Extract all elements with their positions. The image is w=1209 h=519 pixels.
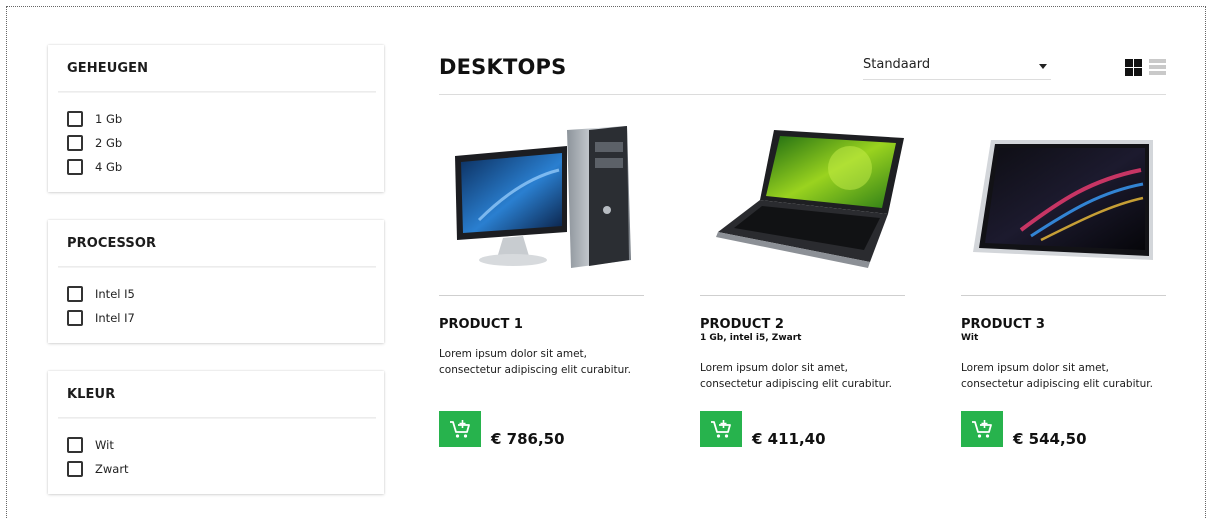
add-to-cart-icon <box>711 420 731 438</box>
header-divider <box>439 94 1166 95</box>
checkbox[interactable] <box>67 135 83 151</box>
divider <box>961 295 1166 296</box>
filter-option-wit[interactable]: Wit <box>67 433 384 457</box>
product-subtitle: 1 Gb, intel i5, Zwart <box>700 333 802 343</box>
filter-option-label: Intel I5 <box>95 287 135 301</box>
filter-panel-kleur: KLEUR Wit Zwart <box>48 371 384 494</box>
filter-title: PROCESSOR <box>67 235 157 251</box>
sort-select[interactable]: Standaard <box>863 57 1051 80</box>
checkbox[interactable] <box>67 286 83 302</box>
divider <box>700 295 905 296</box>
product-subtitle: Wit <box>961 333 979 343</box>
product-card: PRODUCT 3 Wit Lorem ipsum dolor sit amet… <box>961 110 1166 455</box>
product-card: PRODUCT 2 1 Gb, intel i5, Zwart Lorem ip… <box>700 110 905 455</box>
product-description: Lorem ipsum dolor sit amet, consectetur … <box>961 362 1153 390</box>
add-to-cart-icon <box>972 420 992 438</box>
checkbox[interactable] <box>67 437 83 453</box>
product-price: € 544,50 <box>1013 430 1087 448</box>
filter-option-4gb[interactable]: 4 Gb <box>67 155 384 179</box>
add-to-cart-button[interactable] <box>961 411 1003 447</box>
add-to-cart-icon <box>450 420 470 438</box>
add-to-cart-button[interactable] <box>700 411 742 447</box>
product-description: Lorem ipsum dolor sit amet, consectetur … <box>439 348 631 376</box>
add-to-cart-button[interactable] <box>439 411 481 447</box>
filter-title: KLEUR <box>67 386 116 402</box>
filter-option-label: Wit <box>95 438 114 452</box>
filter-option-2gb[interactable]: 2 Gb <box>67 131 384 155</box>
checkbox[interactable] <box>67 461 83 477</box>
filter-panel-processor: PROCESSOR Intel I5 Intel I7 <box>48 220 384 343</box>
product-description: Lorem ipsum dolor sit amet, consectetur … <box>700 362 892 390</box>
tablet-image[interactable] <box>961 110 1166 280</box>
product-price: € 411,40 <box>752 430 826 448</box>
filter-option-zwart[interactable]: Zwart <box>67 457 384 481</box>
filter-option-1gb[interactable]: 1 Gb <box>67 107 384 131</box>
filter-option-intel-i5[interactable]: Intel I5 <box>67 282 384 306</box>
checkbox[interactable] <box>67 111 83 127</box>
filter-option-label: 1 Gb <box>95 112 123 126</box>
filter-option-label: 4 Gb <box>95 160 123 174</box>
sort-selected-value: Standaard <box>863 57 931 72</box>
page-title: DESKTOPS <box>439 55 567 79</box>
laptop-image[interactable] <box>700 110 905 280</box>
checkbox[interactable] <box>67 159 83 175</box>
filter-option-intel-i7[interactable]: Intel I7 <box>67 306 384 330</box>
desktop-computer-image[interactable] <box>439 110 644 280</box>
filter-option-label: Zwart <box>95 462 129 476</box>
product-name[interactable]: PRODUCT 1 <box>439 317 523 332</box>
filter-option-label: Intel I7 <box>95 311 135 325</box>
grid-view-icon[interactable] <box>1125 59 1142 76</box>
filter-panel-geheugen: GEHEUGEN 1 Gb 2 Gb 4 Gb <box>48 45 384 192</box>
product-name[interactable]: PRODUCT 3 <box>961 317 1045 332</box>
list-view-icon[interactable] <box>1149 59 1166 76</box>
filter-title: GEHEUGEN <box>67 60 149 76</box>
product-card: PRODUCT 1 Lorem ipsum dolor sit amet, co… <box>439 110 644 455</box>
filter-option-label: 2 Gb <box>95 136 123 150</box>
divider <box>439 295 644 296</box>
chevron-down-icon <box>1039 64 1047 69</box>
product-price: € 786,50 <box>491 430 565 448</box>
checkbox[interactable] <box>67 310 83 326</box>
product-name[interactable]: PRODUCT 2 <box>700 317 784 332</box>
